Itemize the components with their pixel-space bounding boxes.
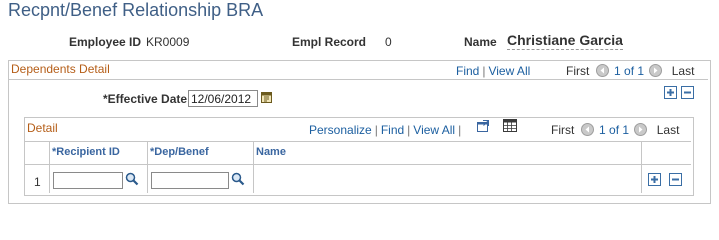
column-divider xyxy=(147,141,148,193)
empl-record-label: Empl Record xyxy=(292,35,367,49)
effective-date-label: *Effective Date xyxy=(103,92,188,106)
empl-record-value: 0 xyxy=(385,35,392,49)
page-title: Recpnt/Benef Relationship BRA xyxy=(8,0,264,20)
add-row-button[interactable] xyxy=(664,86,677,99)
detail-range: 1 of 1 xyxy=(599,123,630,137)
effective-date-input[interactable] xyxy=(188,90,258,107)
detail-toolbar: Personalize | Find | View All | xyxy=(309,123,464,137)
delete-row-button[interactable] xyxy=(681,86,694,99)
dependents-detail-title: Dependents Detail xyxy=(11,62,110,76)
next-arrow-icon[interactable] xyxy=(649,64,663,77)
employee-id-value: KR0009 xyxy=(146,35,190,49)
dependents-pager: First 1 of 1 Last xyxy=(566,64,694,78)
recipient-id-input[interactable] xyxy=(53,172,123,189)
separator: | xyxy=(482,64,486,78)
separator: | xyxy=(407,123,411,137)
add-detail-row-button[interactable] xyxy=(648,173,661,186)
calendar-icon[interactable] xyxy=(261,92,272,103)
grid-header-row: *Recipient ID *Dep/Benef Name xyxy=(25,141,691,165)
detail-title: Detail xyxy=(27,121,58,135)
column-divider xyxy=(641,141,642,193)
dep-benef-lookup-icon[interactable] xyxy=(231,172,245,186)
next-arrow-icon[interactable] xyxy=(634,123,648,136)
detail-first-label: First xyxy=(551,123,575,137)
row-number: 1 xyxy=(34,175,41,189)
separator: | xyxy=(374,123,378,137)
separator: | xyxy=(458,123,462,137)
column-divider xyxy=(49,141,50,193)
detail-view-all-link[interactable]: View All xyxy=(413,123,455,137)
column-header-name[interactable]: Name xyxy=(253,142,286,164)
previous-arrow-icon[interactable] xyxy=(580,123,594,136)
dependents-range: 1 of 1 xyxy=(614,64,645,78)
dependents-last-label: Last xyxy=(671,64,695,78)
column-header-dep-benef[interactable]: *Dep/Benef xyxy=(147,142,209,164)
dependents-first-label: First xyxy=(566,64,590,78)
detail-find-link[interactable]: Find xyxy=(381,123,404,137)
previous-arrow-icon[interactable] xyxy=(595,64,609,77)
name-label: Name xyxy=(464,35,497,49)
recipient-id-lookup-icon[interactable] xyxy=(125,172,139,186)
detail-last-label: Last xyxy=(656,123,680,137)
new-window-icon[interactable] xyxy=(476,119,490,133)
column-header-recipient-id[interactable]: *Recipient ID xyxy=(49,142,120,164)
dependents-find-link[interactable]: Find xyxy=(456,64,479,78)
delete-detail-row-button[interactable] xyxy=(669,173,682,186)
dependents-nav: Find | View All xyxy=(456,64,530,78)
employee-name-value: Christiane Garcia xyxy=(507,32,623,50)
dep-benef-input[interactable] xyxy=(151,172,229,189)
personalize-link[interactable]: Personalize xyxy=(309,123,372,137)
dependents-view-all-link[interactable]: View All xyxy=(488,64,530,78)
spreadsheet-download-icon[interactable] xyxy=(503,119,517,132)
employee-id-label: Employee ID xyxy=(69,35,142,49)
column-divider xyxy=(253,141,254,193)
detail-pager: First 1 of 1 Last xyxy=(551,123,679,137)
